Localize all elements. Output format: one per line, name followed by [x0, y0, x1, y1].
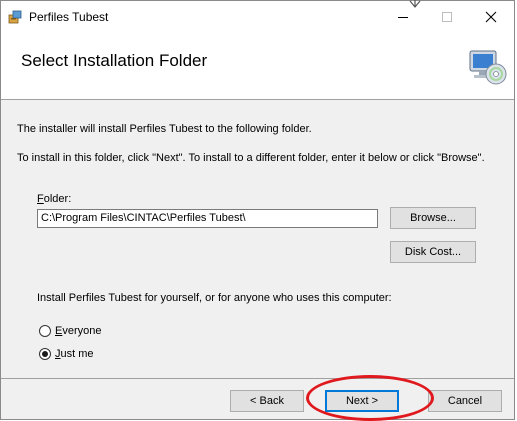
- cancel-button-label: Cancel: [447, 395, 483, 407]
- browse-button[interactable]: Browse...: [390, 207, 476, 229]
- disk-cost-button[interactable]: Disk Cost...: [390, 241, 476, 263]
- window-title: Perfiles Tubest: [29, 10, 109, 24]
- title-bar: Perfiles Tubest: [1, 1, 514, 33]
- wizard-header: Select Installation Folder: [1, 33, 514, 100]
- maximize-icon: [442, 12, 452, 22]
- back-button-label: < Back: [250, 395, 284, 407]
- installer-app-icon: [8, 10, 22, 24]
- browse-button-label: Browse...: [410, 212, 456, 224]
- folder-path-input[interactable]: C:\Program Files\CINTAC\Perfiles Tubest\: [37, 209, 378, 228]
- page-title: Select Installation Folder: [21, 51, 208, 70]
- intro-text: The installer will install Perfiles Tube…: [17, 123, 312, 135]
- install-for-text: Install Perfiles Tubest for yourself, or…: [37, 292, 392, 304]
- just-me-label-rest: ust me: [60, 348, 94, 360]
- radio-just-me[interactable]: [39, 348, 51, 360]
- footer-divider: [1, 378, 514, 379]
- radio-everyone[interactable]: [39, 325, 51, 337]
- maximize-button[interactable]: [425, 1, 469, 33]
- folder-label: Folder:: [37, 193, 71, 205]
- folder-label-accesskey: F: [37, 193, 44, 205]
- cancel-button[interactable]: Cancel: [428, 390, 502, 412]
- close-icon: [485, 11, 497, 23]
- instructions-text: To install in this folder, click "Next".…: [17, 152, 485, 164]
- installer-window: Perfiles Tubest Select Installation Fold…: [0, 0, 515, 420]
- radio-everyone-label[interactable]: Everyone: [55, 325, 101, 337]
- computer-cd-icon: [469, 50, 507, 85]
- back-button[interactable]: < Back: [230, 390, 304, 412]
- everyone-label-rest: veryone: [62, 325, 102, 337]
- mouse-cursor-icon: [409, 0, 421, 8]
- disk-cost-button-label: Disk Cost...: [404, 246, 462, 258]
- radio-just-me-label[interactable]: Just me: [55, 348, 94, 360]
- close-button[interactable]: [469, 1, 513, 33]
- highlight-ellipse-annotation: [306, 375, 434, 421]
- minimize-icon: [398, 17, 408, 18]
- folder-label-rest: older:: [43, 193, 72, 205]
